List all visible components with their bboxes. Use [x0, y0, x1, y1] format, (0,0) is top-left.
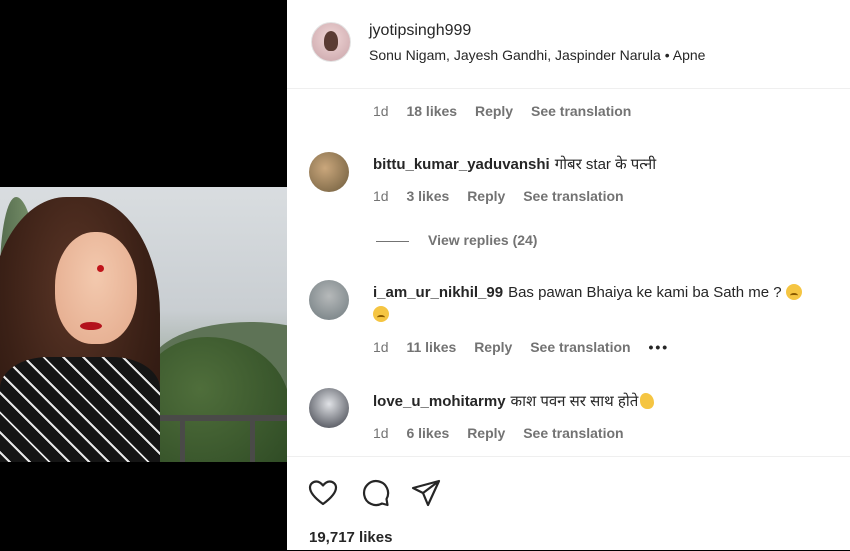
post-media	[0, 0, 287, 550]
post-username[interactable]: jyotipsingh999	[369, 22, 471, 40]
comment-likes[interactable]: 3 likes	[406, 188, 449, 204]
heart-icon[interactable]	[307, 477, 339, 509]
reply-button[interactable]: Reply	[474, 339, 512, 355]
comment-meta: 1d 11 likes Reply See translation •••	[373, 339, 683, 355]
see-translation-button[interactable]: See translation	[531, 103, 631, 119]
share-icon[interactable]	[410, 477, 442, 509]
comment-time: 1d	[373, 339, 389, 355]
reply-button[interactable]: Reply	[475, 103, 513, 119]
likes-count[interactable]: 19,717 likes	[309, 529, 392, 546]
post-photo[interactable]	[0, 187, 287, 462]
post-header: jyotipsingh999 Sonu Nigam, Jayesh Gandhi…	[287, 0, 850, 89]
comment-body: Bas pawan Bhaiya ke kami ba Sath me ?	[508, 284, 782, 301]
view-replies-button[interactable]: View replies (24)	[428, 232, 537, 248]
comment-likes[interactable]: 6 likes	[406, 425, 449, 441]
comment-likes[interactable]: 18 likes	[406, 103, 457, 119]
see-translation-button[interactable]: See translation	[530, 339, 630, 355]
avatar[interactable]	[309, 152, 349, 192]
see-translation-button[interactable]: See translation	[523, 188, 623, 204]
comment-body: काश पवन सर साथ होते	[510, 393, 639, 410]
sad-face-icon	[373, 306, 389, 322]
comment-username[interactable]: i_am_ur_nikhil_99	[373, 284, 503, 301]
comment-icon[interactable]	[359, 477, 391, 509]
comment-meta: 1d 18 likes Reply See translation	[373, 103, 645, 119]
comment-text: love_u_mohitarmy काश पवन सर साथ होते	[373, 391, 655, 411]
comments-panel: jyotipsingh999 Sonu Nigam, Jayesh Gandhi…	[287, 0, 850, 550]
photo-bindi	[97, 265, 104, 272]
comment-time: 1d	[373, 425, 389, 441]
sad-face-icon	[785, 284, 802, 300]
photo-railing-post	[250, 421, 255, 462]
comment-username[interactable]: bittu_kumar_yaduvanshi	[373, 156, 550, 173]
photo-lips	[80, 322, 102, 330]
comment-meta: 1d 6 likes Reply See translation	[373, 425, 638, 441]
reply-button[interactable]: Reply	[467, 188, 505, 204]
avatar[interactable]	[311, 22, 351, 62]
comment-username[interactable]: love_u_mohitarmy	[373, 393, 506, 410]
post-audio[interactable]: Sonu Nigam, Jayesh Gandhi, Jaspinder Nar…	[369, 47, 705, 63]
instagram-post-view: jyotipsingh999 Sonu Nigam, Jayesh Gandhi…	[0, 0, 850, 550]
avatar[interactable]	[309, 388, 349, 428]
comment-text-wrap	[373, 306, 389, 323]
avatar[interactable]	[309, 280, 349, 320]
post-actions: 19,717 likes	[287, 456, 850, 551]
photo-railing	[145, 415, 287, 421]
more-options-icon[interactable]: •••	[648, 339, 669, 355]
comment-text: bittu_kumar_yaduvanshi गोबर star के पत्नी	[373, 154, 656, 174]
comment-time: 1d	[373, 188, 389, 204]
photo-railing-post	[180, 421, 185, 462]
comment-likes[interactable]: 11 likes	[406, 339, 456, 355]
photo-dress	[0, 357, 160, 462]
comment-time: 1d	[373, 103, 389, 119]
view-replies-divider	[376, 241, 409, 242]
clapping-hands-icon	[640, 393, 655, 409]
comment-meta: 1d 3 likes Reply See translation	[373, 188, 638, 204]
comment-body: गोबर star के पत्नी	[554, 156, 657, 173]
comment-text: i_am_ur_nikhil_99 Bas pawan Bhaiya ke kam…	[373, 284, 802, 301]
see-translation-button[interactable]: See translation	[523, 425, 623, 441]
reply-button[interactable]: Reply	[467, 425, 505, 441]
